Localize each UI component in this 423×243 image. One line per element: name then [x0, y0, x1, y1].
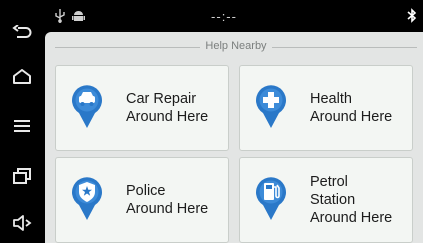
recent-apps-icon: [13, 168, 31, 184]
police-label: Police Around Here: [126, 183, 209, 217]
petrol-station-tile[interactable]: Petrol Station Around Here: [239, 157, 413, 243]
police-tile[interactable]: Police Around Here: [55, 157, 229, 243]
home-icon: [13, 69, 31, 84]
petrol-station-icon: [256, 177, 286, 220]
recent-apps-button[interactable]: [0, 156, 44, 196]
section-title: Help Nearby: [200, 40, 272, 52]
health-tile[interactable]: Health Around Here: [239, 65, 413, 151]
back-icon: [12, 25, 32, 38]
bluetooth-icon: [407, 8, 417, 23]
section-header: Help Nearby: [55, 39, 417, 55]
navigation-bar: [0, 0, 44, 243]
police-icon: [72, 177, 102, 220]
android-icon: [72, 11, 85, 21]
petrol-station-label: Petrol Station Around Here: [310, 174, 393, 226]
status-bar: --:--: [44, 0, 423, 36]
car-repair-icon: [72, 85, 102, 128]
back-button[interactable]: [0, 13, 44, 53]
menu-button[interactable]: [0, 106, 44, 146]
usb-icon: [55, 9, 65, 23]
menu-icon: [14, 120, 30, 132]
volume-button[interactable]: [0, 203, 44, 243]
help-nearby-panel: Help Nearby Car Repair Around Here Healt…: [45, 32, 423, 243]
car-repair-label: Car Repair Around Here: [126, 91, 209, 125]
clock: --:--: [211, 9, 237, 24]
home-button[interactable]: [0, 57, 44, 97]
screen: --:-- Help Nearby Car Repair Around Here: [44, 0, 423, 243]
health-label: Health Around Here: [310, 91, 393, 125]
volume-icon: [13, 215, 32, 231]
car-repair-tile[interactable]: Car Repair Around Here: [55, 65, 229, 151]
health-icon: [256, 85, 286, 128]
